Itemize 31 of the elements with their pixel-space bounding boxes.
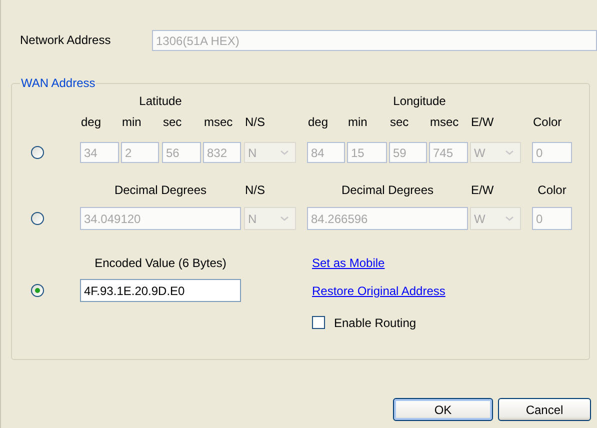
field-label: Latitude xyxy=(138,94,183,108)
input-field[interactable]: 4F.93.1E.20.9D.E0 xyxy=(80,279,241,302)
field-label: sec xyxy=(389,115,410,129)
radio-button[interactable] xyxy=(31,212,44,225)
field-label: min xyxy=(121,115,142,129)
field-label: msec xyxy=(429,115,460,129)
field-label: Color xyxy=(536,183,568,197)
field-label: Color xyxy=(532,115,563,129)
radio-button[interactable] xyxy=(31,146,44,159)
checkbox[interactable] xyxy=(312,316,325,329)
field-label: deg xyxy=(80,115,102,129)
field-label: Longitude xyxy=(392,94,447,108)
field-label: sec xyxy=(162,115,183,129)
checkbox-label: Enable Routing xyxy=(334,316,416,330)
field-label: Decimal Degrees xyxy=(340,183,435,197)
field-label: msec xyxy=(203,115,234,129)
dialog-button[interactable]: Cancel xyxy=(498,398,591,421)
field-label: deg xyxy=(307,115,330,129)
link[interactable]: Restore Original Address xyxy=(307,284,446,298)
field-label: Encoded Value (6 Bytes) xyxy=(94,256,228,270)
dialog-button[interactable]: OK xyxy=(393,398,493,421)
field-label: min xyxy=(347,115,368,129)
field-label: N/S xyxy=(244,115,266,129)
radio-button[interactable] xyxy=(31,284,44,297)
field-label: N/S xyxy=(244,183,266,197)
group-title: WAN Address xyxy=(20,76,96,90)
field-label: Network Address xyxy=(20,33,112,47)
field-label: E/W xyxy=(470,183,495,197)
field-label: Decimal Degrees xyxy=(113,183,208,197)
field-label: E/W xyxy=(470,115,495,129)
link[interactable]: Set as Mobile xyxy=(307,256,385,270)
